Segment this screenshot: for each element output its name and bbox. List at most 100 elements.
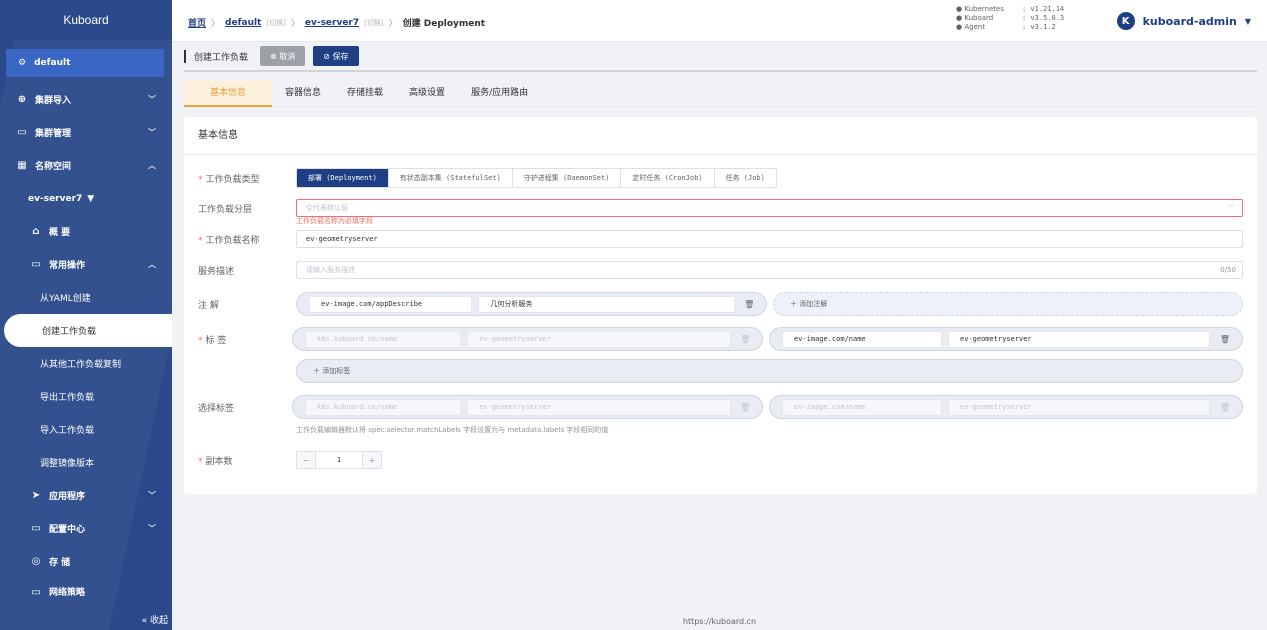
tab-service-route[interactable]: 服务/应用路由 [458,80,541,107]
field-label: * 副本数 [198,456,233,467]
annotation-value-input[interactable]: 几何分析服务 [478,295,735,313]
sidebar-item-label: 配置中心 [49,525,86,535]
version-key: ● Kubernetes [956,5,1004,13]
sidebar-item-network[interactable]: ▭ 网络策略 [0,578,172,598]
description-input[interactable]: 请输入服务描述 0/50 [296,261,1243,279]
chevron-right-icon: 〉 [290,19,300,29]
add-annotation-label: ＋ 添加注解 [790,300,828,308]
tab-container-info[interactable]: 容器信息 [272,80,334,107]
workload-type-deployment[interactable]: 部署 (Deployment) [297,169,389,187]
breadcrumb-cluster[interactable]: ev-server7 [305,18,359,28]
username: kuboard-admin [1142,14,1237,28]
version-key: ● Kuboard [956,14,994,22]
char-count: 0/50 [1220,266,1236,274]
sidebar-item-config[interactable]: ▭ 配置中心 ﹀ [0,512,172,545]
sidebar-item-import-workload[interactable]: 导入工作负载 [0,413,172,446]
field-label: * 标 签 [198,335,227,346]
card-title: 基本信息 [184,117,1257,155]
sidebar-item-from-yaml[interactable]: 从YAML创建 [0,281,172,314]
label-value-input: ev-geometryserver [467,330,731,348]
add-label-label: ＋ 添加标签 [313,367,351,375]
chevron-down-icon: ﹀ [148,95,156,104]
form-tabs: 基本信息 容器信息 存储挂载 高级设置 服务/应用路由 [184,80,1257,107]
save-button[interactable]: ⊘ 保存 [313,46,359,66]
cluster-label: ev-server7 [28,193,83,204]
decrement-button[interactable]: − [297,452,315,468]
sidebar-item-cluster-import[interactable]: ⊕ 集群导入 ﹀ [0,83,172,116]
page-toolbar: 创建工作负载 ⊗ 取消 ⊘ 保存 [184,46,1257,72]
add-label-row: ＋ 添加标签 [198,359,1243,383]
tab-advanced[interactable]: 高级设置 [396,80,458,107]
workload-type-job[interactable]: 任务 (Job) [715,169,776,187]
tab-storage-mount[interactable]: 存储挂载 [334,80,396,107]
cancel-button[interactable]: ⊗ 取消 [260,46,306,66]
trash-icon[interactable]: 🗑 [1216,335,1234,344]
namespace-label: default [34,58,71,68]
breadcrumb-namespace[interactable]: default [225,18,261,28]
cluster-selector[interactable]: ev-server7 ▼ [0,182,172,215]
sidebar-item-label: 常用操作 [49,261,86,271]
selector-row: 选择标签 k8s.kuboard.cn/name ev-geometryserv… [198,395,1243,419]
name-row: * 工作负载名称 ev-geometryserver [198,230,1243,248]
trash-icon: 🗑 [1219,402,1231,412]
version-key: ● Agent [956,23,986,31]
workload-name-input[interactable]: ev-geometryserver [296,230,1243,248]
replicas-input[interactable]: 1 [315,452,363,468]
sidebar-item-create-workload[interactable]: 创建工作负载 [4,314,172,347]
chevron-right-icon: 〉 [211,19,221,29]
footer-link[interactable]: https://kuboard.cn [172,617,1267,626]
basic-info-card: 基本信息 * 工作负载类型 部署 (Deployment) 有状态副本集 (Sta… [184,117,1257,494]
sidebar-item-label: 从YAML创建 [40,294,91,304]
sidebar-item-common-ops[interactable]: ▭ 常用操作 ︿ [0,248,172,281]
label-pair: ev-image.com/name ev-geometryserver 🗑 [769,327,1243,351]
workload-type-cronjob[interactable]: 定时任务 (CronJob) [621,169,715,187]
user-menu[interactable]: K kuboard-admin ▼ [1116,12,1251,30]
chevron-down-icon: ﹀ [148,524,156,533]
field-label: 选择标签 [198,403,235,414]
collapse-button[interactable]: « 收起 [142,613,168,626]
layer-select[interactable]: 空代表默认层 ﹀ [296,199,1243,217]
field-label: 工作负载分层 [198,204,253,215]
annotation-key-input[interactable]: ev-image.com/appDescribe [309,295,473,313]
label-value-input[interactable]: ev-geometryserver [948,330,1210,348]
sidebar-item-storage[interactable]: ◎ 存 储 [0,545,172,578]
replicas-stepper: − 1 + [296,451,382,469]
chevron-up-icon: ︿ [148,260,156,269]
breadcrumb-current: 创建 Deployment [402,19,486,29]
version-info: ● Kubernetes: v1.21.14 ● Kuboard: v3.5.0… [956,5,1064,32]
label-key-input[interactable]: ev-image.com/name [782,330,942,348]
chevron-up-icon: ︿ [148,161,156,170]
sidebar-item-apps[interactable]: ➤ 应用程序 ﹀ [0,479,172,512]
workload-type-statefulset[interactable]: 有状态副本集 (StatefulSet) [389,169,513,187]
increment-button[interactable]: + [363,452,381,468]
add-label-button[interactable]: ＋ 添加标签 [296,359,1243,383]
sidebar-item-label: 集群管理 [35,129,72,139]
sidebar-item-namespace[interactable]: ▦ 名称空间 ︿ [0,149,172,182]
trash-icon: 🗑 [740,334,751,344]
sidebar-item-label: 存 储 [49,558,71,568]
caret-down-icon: ▼ [1244,16,1251,26]
tab-basic-info[interactable]: 基本信息 [184,80,273,107]
field-label: 注 解 [198,300,219,311]
field-label: 服务描述 [198,266,235,277]
add-annotation-button[interactable]: ＋ 添加注解 [773,292,1243,316]
version-value: : v3.1.2 [1022,23,1056,31]
sidebar-item-copy-workload[interactable]: 从其他工作负载复制 [0,347,172,380]
namespace-selector[interactable]: ⚙ default [6,49,164,77]
sidebar-item-export-workload[interactable]: 导出工作负载 [0,380,172,413]
breadcrumb-home[interactable]: 首页 [188,16,206,29]
page-title: 创建工作负载 [184,49,248,63]
import-icon: ⊕ [17,94,27,105]
sidebar-item-cluster-manage[interactable]: ▭ 集群管理 ﹀ [0,116,172,149]
switch-namespace-link[interactable]: [切换] [266,18,285,28]
sidebar-item-overview[interactable]: ⌂ 概 要 [0,215,172,248]
cluster-icon: ▭ [17,127,27,138]
switch-cluster-link[interactable]: [切换] [364,18,383,28]
sidebar-item-adjust-image[interactable]: 调整镜像版本 [0,446,172,479]
sidebar-item-label: 集群导入 [35,96,72,106]
workload-type-daemonset[interactable]: 守护进程集 (DaemonSet) [513,169,622,187]
selector-value-input: ev-geometryserver [948,398,1210,416]
field-label: * 工作负载名称 [198,235,260,246]
trash-icon[interactable]: 🗑 [741,300,758,309]
selector-key-input: ev-image.com/name [782,398,942,416]
